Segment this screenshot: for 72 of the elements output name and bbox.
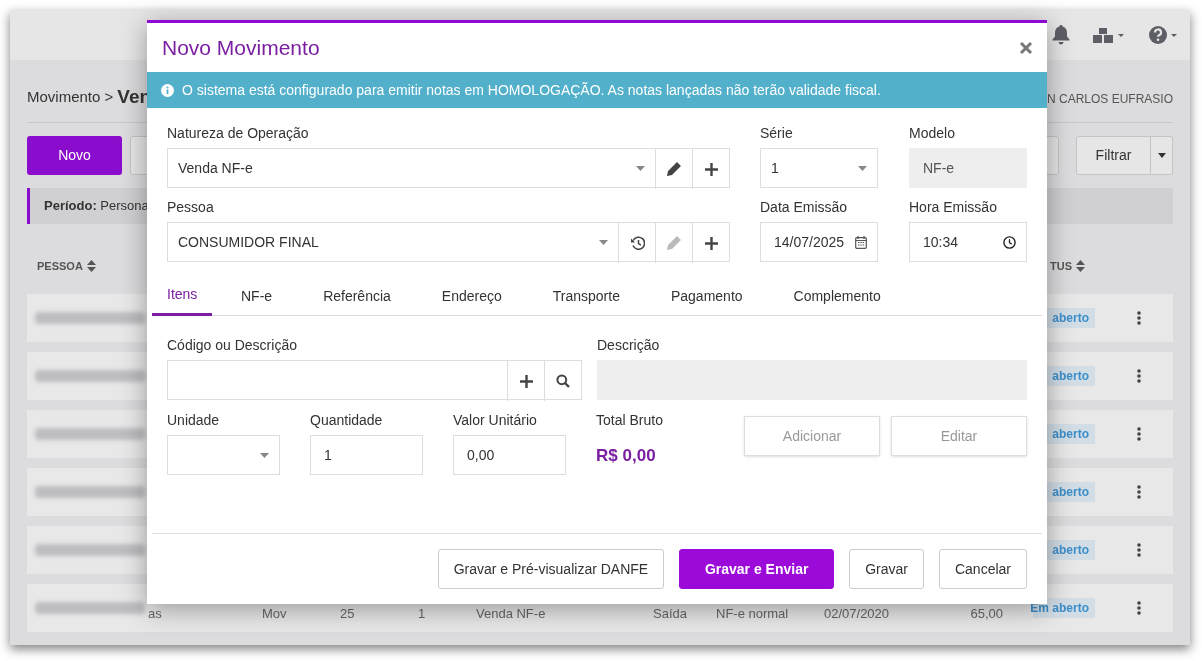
field-label: Pessoa: [167, 198, 215, 214]
table-cell: Venda NF-e: [476, 606, 546, 622]
readonly-field: NF-e: [909, 148, 1027, 188]
field-label: Hora Emissão: [909, 198, 998, 214]
input-field[interactable]: 14/07/2025: [760, 222, 878, 262]
dropdown-button[interactable]: [1151, 136, 1173, 175]
clock-icon: [1003, 235, 1016, 249]
plus-icon: [519, 374, 533, 388]
help-icon[interactable]: [1148, 25, 1178, 45]
footer-button[interactable]: Gravar: [849, 549, 924, 589]
tab[interactable]: NF-e: [219, 276, 295, 316]
field-label: Série: [760, 124, 794, 140]
sort-icon[interactable]: [1076, 260, 1085, 272]
table-cell: Mov: [262, 606, 287, 622]
input-field[interactable]: 0,00: [453, 435, 567, 475]
kebab-icon[interactable]: [1137, 543, 1141, 557]
sort-icon[interactable]: [86, 260, 96, 272]
tab[interactable]: Complemento: [771, 276, 903, 316]
input-field[interactable]: 10:34: [909, 222, 1027, 262]
caret-icon: [1157, 153, 1166, 158]
new-button[interactable]: Novo: [27, 136, 122, 175]
filter-button[interactable]: Filtrar: [1076, 136, 1151, 175]
action-button: Adicionar: [744, 416, 880, 456]
table-cell: 25: [340, 606, 355, 622]
table-cell: 1: [418, 606, 426, 622]
field-label: Código ou Descrição: [167, 336, 298, 352]
caret-icon: [260, 452, 269, 458]
column-header[interactable]: PESSOA: [37, 257, 83, 275]
kebab-icon[interactable]: [1137, 601, 1141, 615]
table-cell: NF-e normal: [716, 606, 789, 622]
close-icon[interactable]: [1019, 40, 1033, 55]
field-label: Total Bruto: [596, 411, 664, 430]
field-label: Unidade: [167, 411, 221, 427]
footer-button[interactable]: Cancelar: [938, 549, 1027, 589]
kebab-icon[interactable]: [1137, 485, 1141, 499]
dialog-title: Novo Movimento: [162, 34, 320, 61]
select-field[interactable]: 1: [761, 149, 877, 187]
table-cell: 65,00: [970, 606, 1003, 622]
footer-button[interactable]: Gravar e Enviar: [679, 549, 835, 589]
field-label: Descrição: [597, 336, 661, 352]
breadcrumb[interactable]: Movimento >: [27, 85, 114, 108]
field-label: Quantidade: [310, 411, 384, 427]
table-cell: Saída: [653, 606, 687, 622]
total-amount: R$ 0,00: [596, 445, 657, 467]
field-label: Data Emissão: [760, 198, 849, 214]
input-field[interactable]: 1: [310, 435, 424, 475]
table-cell: 02/07/2020: [824, 606, 890, 622]
field-label: Modelo: [909, 124, 956, 140]
calendar-icon: [855, 235, 867, 249]
action-button: Editar: [891, 416, 1027, 456]
search-icon: [556, 374, 570, 388]
kebab-icon[interactable]: [1137, 427, 1141, 441]
bell-icon[interactable]: [1052, 25, 1070, 45]
tab[interactable]: Pagamento: [648, 276, 765, 316]
kebab-icon[interactable]: [1137, 311, 1141, 325]
info-icon: [161, 83, 174, 97]
field-label: Valor Unitário: [453, 411, 538, 427]
user-name[interactable]: N CARLOS EUFRASIO: [1046, 90, 1173, 108]
search-field[interactable]: [167, 360, 582, 400]
tab[interactable]: Referência: [301, 276, 413, 316]
tab[interactable]: Itens: [152, 276, 212, 316]
table-cell-text: as: [148, 605, 162, 624]
period-text: Período: Persona: [44, 197, 149, 216]
footer-button[interactable]: Gravar e Pré-visualizar DANFE: [437, 549, 665, 589]
field-label: Natureza de Operação: [167, 124, 310, 140]
alert-text: O sistema está configurado para emitir notas em HOMOLOGAÇÃO. As notas lançadas não terão validade fiscal.: [182, 80, 881, 100]
boxes-icon[interactable]: [1092, 26, 1126, 44]
tab[interactable]: Transporte: [530, 276, 642, 316]
column-header[interactable]: TUS: [1050, 257, 1072, 275]
kebab-icon[interactable]: [1137, 369, 1141, 383]
caret-icon: [858, 165, 867, 171]
tab[interactable]: Endereço: [419, 276, 524, 316]
